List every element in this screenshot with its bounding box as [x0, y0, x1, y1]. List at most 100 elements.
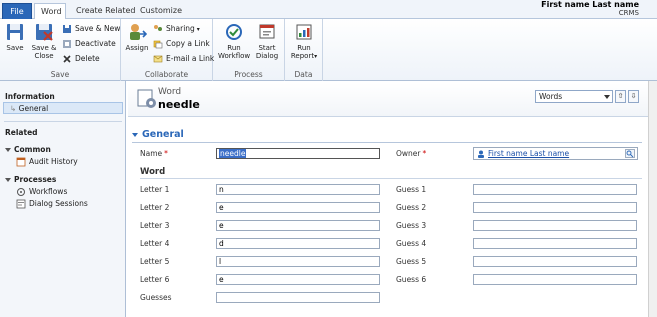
- collapse-triangle-icon: [5, 178, 11, 182]
- guess-5-field[interactable]: [473, 256, 637, 267]
- save-new-icon: [63, 25, 71, 33]
- delete-label: Delete: [75, 54, 100, 63]
- guesses-field[interactable]: [216, 292, 380, 303]
- letter-1-field[interactable]: n: [216, 184, 380, 195]
- subsection-divider: [140, 178, 642, 179]
- nav-item-workflows-label: Workflows: [29, 187, 68, 196]
- name-field-value: needle: [219, 149, 247, 158]
- nav-item-dialog-sessions[interactable]: Dialog Sessions: [16, 199, 88, 209]
- tab-create-related[interactable]: Create Related: [70, 3, 142, 19]
- letter-5-field[interactable]: l: [216, 256, 380, 267]
- tree-line-icon: ↳: [10, 104, 19, 113]
- run-report-button[interactable]: Run Report▾: [288, 22, 320, 61]
- nav-section-related: Related: [5, 128, 38, 137]
- save-close-icon: [36, 24, 53, 41]
- save-close-label-line1: Save &: [31, 44, 57, 52]
- collaborate-group: Assign Sharing ▾ Copy a Link E-mail a Li…: [121, 19, 214, 81]
- letter-6-field[interactable]: e: [216, 274, 380, 285]
- letter-2-field[interactable]: e: [216, 202, 380, 213]
- guess-1-field[interactable]: [473, 184, 637, 195]
- assign-label: Assign: [125, 44, 149, 52]
- arrow-down-icon: ⇩: [630, 92, 637, 100]
- user-name[interactable]: First name Last name: [541, 0, 639, 9]
- tab-customize[interactable]: Customize: [134, 3, 188, 19]
- letter-5-label: Letter 5: [140, 257, 170, 266]
- name-field[interactable]: needle: [216, 148, 380, 159]
- save-new-button[interactable]: Save & New: [62, 23, 120, 35]
- save-button[interactable]: Save: [4, 22, 26, 52]
- previous-record-button[interactable]: ⇧: [615, 90, 626, 103]
- deactivate-button[interactable]: Deactivate: [62, 38, 116, 50]
- collapse-triangle-icon: [5, 148, 11, 152]
- owner-lookup[interactable]: First name Last name: [473, 147, 638, 160]
- next-record-button[interactable]: ⇩: [628, 90, 639, 103]
- guess-4-field[interactable]: [473, 238, 637, 249]
- record-header: Word needle Words ⇧ ⇩: [128, 83, 648, 117]
- guesses-label: Guesses: [140, 293, 172, 302]
- form-selector[interactable]: Words: [535, 90, 613, 103]
- lookup-icon[interactable]: [625, 149, 635, 158]
- letter-3-label: Letter 3: [140, 221, 170, 230]
- assign-icon: [130, 24, 147, 40]
- sharing-label: Sharing: [166, 24, 195, 33]
- guess-3-field[interactable]: [473, 220, 637, 231]
- chevron-down-icon: [604, 95, 610, 99]
- process-group: Run Workflow Start Dialog Process: [213, 19, 285, 81]
- subsection-word-title: Word: [140, 167, 166, 177]
- run-workflow-button[interactable]: Run Workflow: [218, 22, 250, 60]
- delete-x-icon: [63, 55, 71, 63]
- nav-item-workflows[interactable]: Workflows: [16, 187, 67, 197]
- save-new-label: Save & New: [75, 24, 121, 33]
- dialog-icon: [259, 24, 275, 39]
- guess-2-field[interactable]: [473, 202, 637, 213]
- chevron-down-icon: ▾: [314, 53, 318, 60]
- email-link-button[interactable]: E-mail a Link: [153, 53, 214, 65]
- nav-item-general[interactable]: ↳ General: [10, 104, 48, 113]
- copy-link-button[interactable]: Copy a Link: [153, 38, 210, 50]
- collapse-triangle-icon: [132, 132, 138, 137]
- save-group-label: Save: [50, 70, 70, 79]
- user-icon: [478, 150, 484, 158]
- dialog-session-icon: [16, 199, 26, 209]
- ribbon-tab-bar: File Word Create Related Customize First…: [0, 0, 657, 20]
- data-group: Run Report▾ Data: [285, 19, 323, 81]
- section-general-title[interactable]: General: [132, 129, 184, 140]
- record-name: needle: [158, 98, 200, 111]
- workflow-icon: [17, 188, 25, 196]
- nav-item-audit-history[interactable]: Audit History: [16, 157, 78, 167]
- chevron-down-icon: ▾: [194, 26, 200, 33]
- calendar-icon: [16, 157, 26, 167]
- letter-3-field[interactable]: e: [216, 220, 380, 231]
- run-workflow-label-line2: Workflow: [218, 52, 251, 60]
- section-general-label: General: [142, 129, 184, 140]
- nav-group-processes[interactable]: Processes: [5, 175, 56, 184]
- guess-3-label: Guess 3: [396, 221, 427, 230]
- assign-button[interactable]: Assign: [125, 22, 149, 52]
- letter-6-label: Letter 6: [140, 275, 170, 284]
- owner-label-text: Owner: [396, 149, 421, 158]
- letter-4-field[interactable]: d: [216, 238, 380, 249]
- letter-1-label: Letter 1: [140, 185, 170, 194]
- save-close-button[interactable]: Save & Close: [30, 22, 58, 60]
- nav-item-audit-history-label: Audit History: [29, 157, 78, 166]
- delete-button[interactable]: Delete: [62, 53, 100, 65]
- form-selector-value: Words: [539, 92, 563, 101]
- guess-6-field[interactable]: [473, 274, 637, 285]
- deactivate-label: Deactivate: [75, 39, 116, 48]
- tab-file[interactable]: File: [2, 3, 32, 19]
- owner-link[interactable]: First name Last name: [488, 149, 569, 158]
- nav-item-general-label: General: [18, 104, 49, 113]
- section-divider: [132, 142, 642, 143]
- name-label-text: Name: [140, 149, 163, 158]
- sharing-button[interactable]: Sharing ▾: [153, 23, 200, 35]
- tab-word[interactable]: Word: [34, 3, 66, 20]
- vertical-scrollbar[interactable]: [648, 81, 657, 317]
- run-report-label-line2: Report: [290, 52, 315, 60]
- collaborate-group-label: Collaborate: [144, 70, 189, 79]
- start-dialog-button[interactable]: Start Dialog: [253, 22, 281, 60]
- gear-entity-icon: [137, 89, 156, 108]
- nav-group-common[interactable]: Common: [5, 145, 51, 154]
- nav-group-common-label: Common: [14, 145, 51, 154]
- owner-label: Owner *: [396, 149, 426, 158]
- process-group-label: Process: [234, 70, 263, 79]
